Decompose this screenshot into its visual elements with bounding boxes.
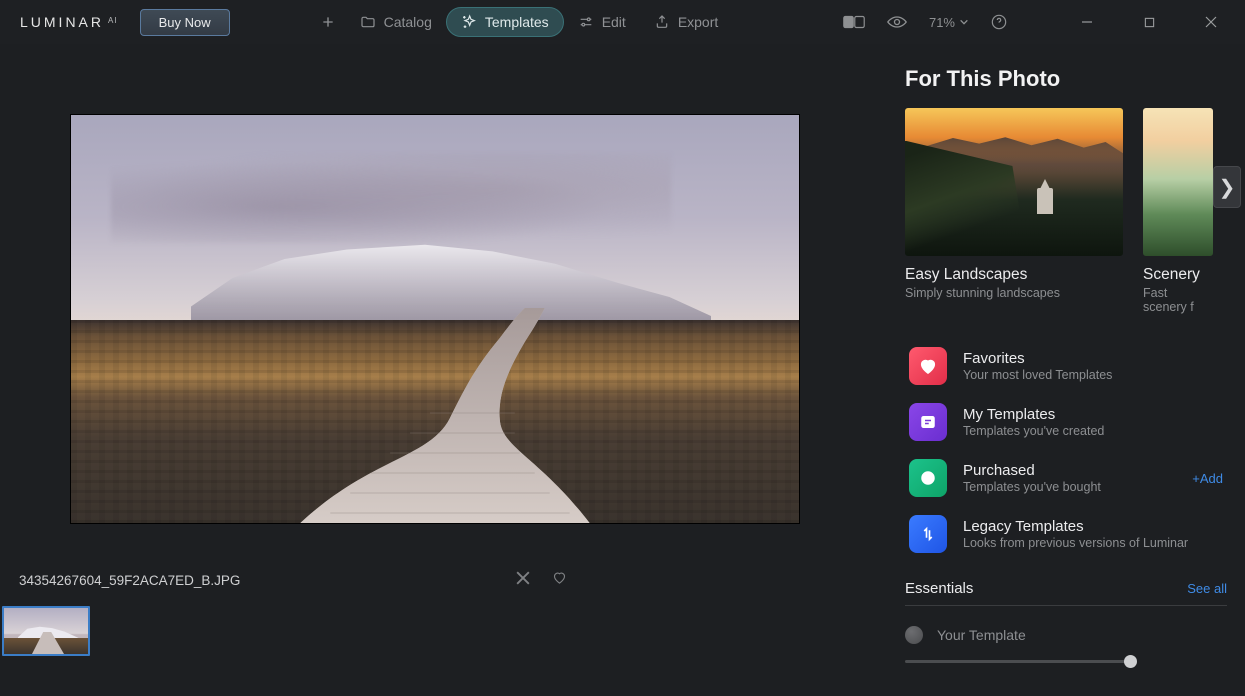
app-logo: LUMINAR AI <box>20 14 118 30</box>
tab-edit[interactable]: Edit <box>564 8 640 36</box>
heart-icon <box>909 347 947 385</box>
collection-title: Scenery <box>1143 266 1213 284</box>
category-legacy[interactable]: Legacy Templates Looks from previous ver… <box>905 506 1227 562</box>
main-tabs: Catalog Templates Edit Export <box>310 7 733 37</box>
collections-next[interactable]: ❯ <box>1213 166 1241 208</box>
card-icon <box>909 403 947 441</box>
category-title: Legacy Templates <box>963 518 1188 535</box>
buy-now-button[interactable]: Buy Now <box>140 9 230 36</box>
window-minimize[interactable] <box>1067 6 1107 38</box>
folder-icon <box>360 14 376 30</box>
your-template-row[interactable]: Your Template <box>905 626 1227 644</box>
category-title: Favorites <box>963 350 1112 367</box>
chevron-right-icon: ❯ <box>1219 175 1236 200</box>
your-template-label: Your Template <box>937 627 1026 643</box>
category-subtitle: Templates you've bought <box>963 480 1101 494</box>
category-purchased[interactable]: P Purchased Templates you've bought +Add <box>905 450 1227 506</box>
window-maximize[interactable] <box>1129 6 1169 38</box>
add-button[interactable] <box>310 8 346 36</box>
photo-canvas[interactable] <box>70 114 800 524</box>
template-strength-slider[interactable] <box>905 660 1135 663</box>
thumbnail[interactable] <box>2 606 90 656</box>
template-dot-icon <box>905 626 923 644</box>
zoom-level[interactable]: 71% <box>929 15 969 30</box>
panel-title: For This Photo <box>905 66 1227 92</box>
collection-easy-landscapes[interactable]: Easy Landscapes Simply stunning landscap… <box>905 108 1123 314</box>
tab-export[interactable]: Export <box>640 8 732 36</box>
svg-text:P: P <box>925 474 931 483</box>
essentials-section: Essentials See all Your Template <box>905 580 1227 663</box>
sliders-icon <box>578 14 594 30</box>
category-my-templates[interactable]: My Templates Templates you've created <box>905 394 1227 450</box>
tab-catalog-label: Catalog <box>384 14 432 30</box>
collection-thumb <box>1143 108 1213 256</box>
category-title: My Templates <box>963 406 1104 423</box>
help-button[interactable] <box>991 14 1007 30</box>
collection-subtitle: Simply stunning landscapes <box>905 286 1123 300</box>
templates-panel: For This Photo Easy Landscapes Simply st… <box>897 44 1245 696</box>
chevron-down-icon <box>959 17 969 27</box>
swap-icon <box>909 515 947 553</box>
category-title: Purchased <box>963 462 1101 479</box>
tab-export-label: Export <box>678 14 718 30</box>
buy-now-label: Buy Now <box>159 15 211 30</box>
category-subtitle: Your most loved Templates <box>963 368 1112 382</box>
category-favorites[interactable]: Favorites Your most loved Templates <box>905 338 1227 394</box>
compare-toggle[interactable] <box>843 15 865 29</box>
window-close[interactable] <box>1191 6 1231 38</box>
slider-knob[interactable] <box>1124 655 1137 668</box>
help-icon <box>991 14 1007 30</box>
filmstrip <box>2 606 865 656</box>
favorite-button[interactable] <box>548 566 571 594</box>
collection-subtitle: Fast scenery f <box>1143 286 1213 314</box>
heart-icon <box>552 570 567 585</box>
zoom-value: 71% <box>929 15 955 30</box>
tab-edit-label: Edit <box>602 14 626 30</box>
preview-toggle[interactable] <box>887 15 907 29</box>
category-subtitle: Templates you've created <box>963 424 1104 438</box>
sparkle-icon <box>461 14 477 30</box>
tab-catalog[interactable]: Catalog <box>346 8 446 36</box>
see-all-link[interactable]: See all <box>1187 581 1227 596</box>
tag-icon: P <box>909 459 947 497</box>
topbar-right: 71% <box>843 6 1237 38</box>
plus-icon <box>320 14 336 30</box>
template-categories: Favorites Your most loved Templates My T… <box>905 338 1227 562</box>
top-bar: LUMINAR AI Buy Now Catalog Templates <box>0 0 1245 44</box>
logo-text: LUMINAR <box>20 14 104 30</box>
collection-title: Easy Landscapes <box>905 266 1123 284</box>
essentials-title: Essentials <box>905 580 973 597</box>
add-purchased-link[interactable]: +Add <box>1192 471 1223 486</box>
tab-templates-label: Templates <box>485 14 549 30</box>
file-name: 34354267604_59F2ACA7ED_B.JPG <box>19 573 240 588</box>
tab-templates[interactable]: Templates <box>446 7 564 37</box>
logo-suffix: AI <box>108 16 118 25</box>
collection-scenery[interactable]: Scenery Fast scenery f <box>1143 108 1213 314</box>
file-bar: 34354267604_59F2ACA7ED_B.JPG <box>19 566 865 594</box>
category-subtitle: Looks from previous versions of Luminar <box>963 536 1188 550</box>
template-collections: Easy Landscapes Simply stunning landscap… <box>905 108 1227 314</box>
export-icon <box>654 14 670 30</box>
close-icon <box>516 571 530 585</box>
main-area: 34354267604_59F2ACA7ED_B.JPG For This Ph… <box>0 44 1245 696</box>
collection-thumb <box>905 108 1123 256</box>
reject-button[interactable] <box>512 567 534 594</box>
viewer: 34354267604_59F2ACA7ED_B.JPG <box>0 44 897 696</box>
